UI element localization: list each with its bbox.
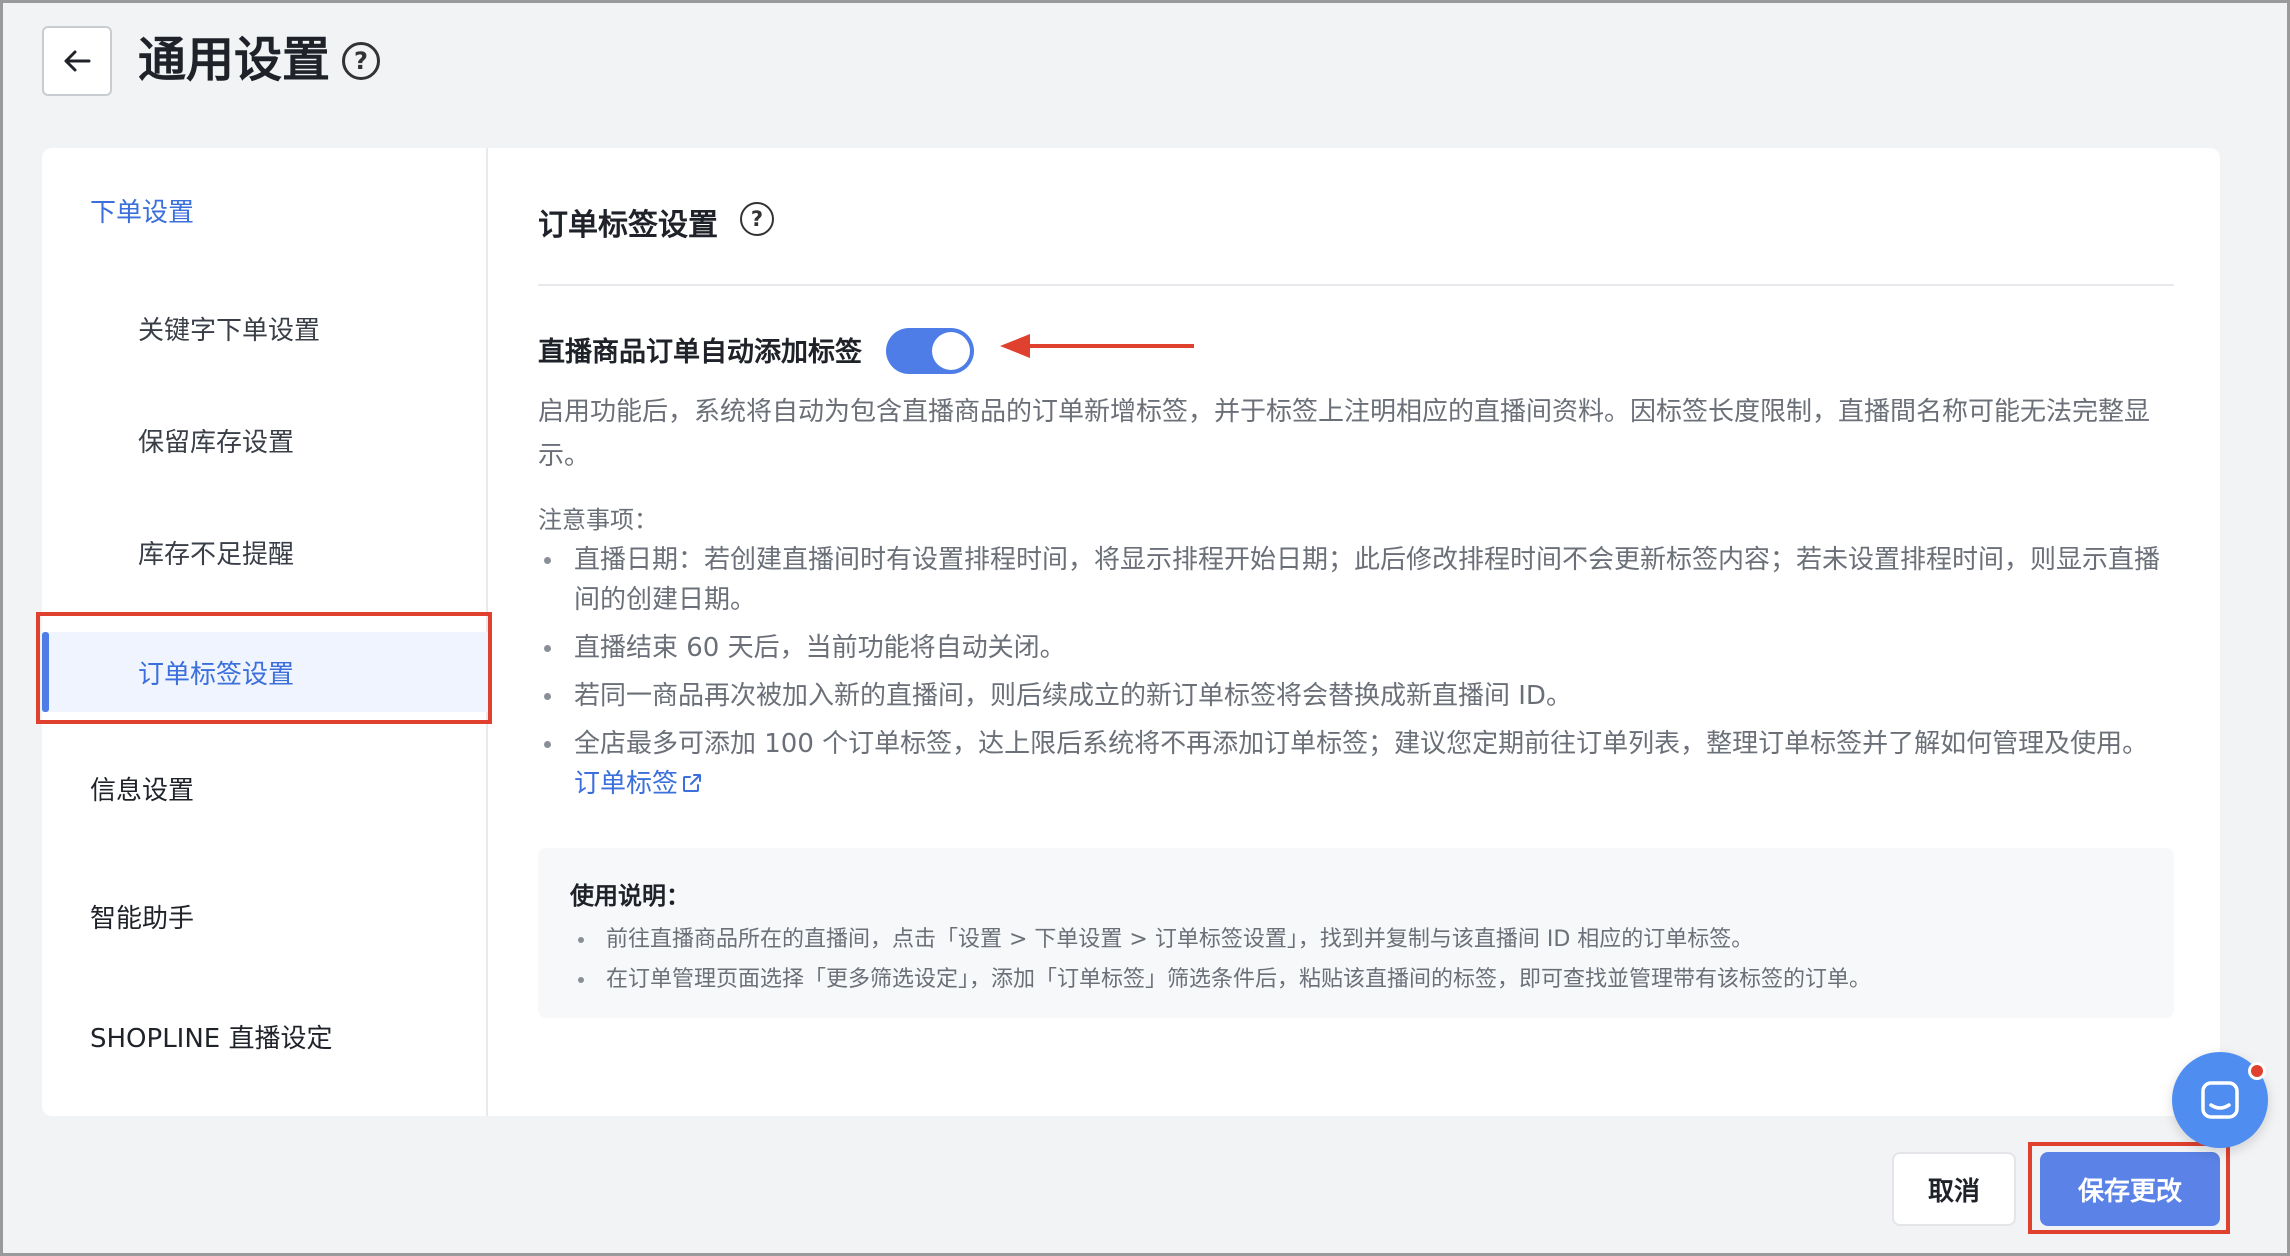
sidebar-item-shopline-live[interactable]: SHOPLINE 直播设定 [42, 996, 488, 1076]
help-icon[interactable]: ? [342, 42, 380, 80]
sidebar-item-label: 智能助手 [90, 903, 195, 934]
sidebar-item-order-tags[interactable]: 订单标签设置 [42, 632, 488, 712]
note-text: 全店最多可添加 100 个订单标签，达上限后系统将不再添加订单标签；建议您定期前… [574, 729, 2149, 759]
divider [538, 284, 2174, 286]
sidebar-item-keyword-order[interactable]: 关键字下单设置 [42, 288, 488, 368]
list-item: 若同一商品再次被加入新的直播间，则后续成立的新订单标签将会替换成新直播间 ID。 [538, 676, 2174, 716]
page-title: 通用设置 [138, 32, 331, 88]
settings-card: 下单设置 关键字下单设置 保留库存设置 库存不足提醒 订单标签设置 信息设置 智… [42, 148, 2220, 1116]
annotation-arrow-icon [1000, 334, 1194, 358]
settings-sidebar: 下单设置 关键字下单设置 保留库存设置 库存不足提醒 订单标签设置 信息设置 智… [42, 148, 488, 1116]
list-item: 前往直播商品所在的直播间，点击「设置 > 下单设置 > 订单标签设置」，找到并复… [570, 920, 1871, 960]
sidebar-item-message-settings[interactable]: 信息设置 [42, 748, 488, 828]
sidebar-item-order-settings[interactable]: 下单设置 [42, 178, 488, 242]
active-indicator [42, 632, 49, 712]
usage-title: 使用说明： [570, 882, 690, 910]
link-label: 订单标签 [574, 769, 679, 799]
chat-bubble-icon [2201, 1081, 2239, 1119]
toggle-label: 直播商品订单自动添加标签 [538, 337, 862, 368]
sidebar-item-label: 下单设置 [90, 197, 195, 228]
cancel-button[interactable]: 取消 [1892, 1152, 2016, 1226]
sidebar-item-label: 信息设置 [90, 775, 195, 806]
section-title: 订单标签设置 [538, 208, 718, 243]
main-content: 订单标签设置 ? 直播商品订单自动添加标签 启用功能后，系统将自动为包含直播商品… [538, 148, 2174, 1116]
list-item: 全店最多可添加 100 个订单标签，达上限后系统将不再添加订单标签；建议您定期前… [538, 724, 2174, 804]
notes-list: 直播日期：若创建直播间时有设置排程时间，将显示排程开始日期；此后修改排程时间不会… [538, 540, 2174, 812]
sidebar-item-reserve-stock[interactable]: 保留库存设置 [42, 400, 488, 480]
sidebar-item-label: 订单标签设置 [138, 659, 295, 690]
list-item: 直播结束 60 天后，当前功能将自动关闭。 [538, 628, 2174, 668]
sidebar-item-smart-assistant[interactable]: 智能助手 [42, 876, 488, 956]
sidebar-item-label: 保留库存设置 [138, 427, 295, 458]
toggle-knob [932, 332, 970, 370]
arrow-left-icon [64, 50, 91, 72]
chat-button[interactable] [2172, 1052, 2268, 1148]
sidebar-item-label: 库存不足提醒 [138, 539, 295, 570]
sidebar-item-low-stock[interactable]: 库存不足提醒 [42, 512, 488, 592]
usage-instructions: 使用说明： 前往直播商品所在的直播间，点击「设置 > 下单设置 > 订单标签设置… [538, 848, 2174, 1018]
list-item: 在订单管理页面选择「更多筛选设定」，添加「订单标签」筛选条件后，粘贴该直播间的标… [570, 960, 1871, 1000]
feature-description: 启用功能后，系统将自动为包含直播商品的订单新增标签，并于标签上注明相应的直播间资… [538, 397, 2151, 471]
sidebar-item-label: 关键字下单设置 [138, 315, 321, 346]
save-button[interactable]: 保存更改 [2040, 1152, 2220, 1226]
back-button[interactable] [42, 26, 112, 96]
notification-dot [2248, 1062, 2266, 1080]
help-icon[interactable]: ? [740, 202, 774, 236]
auto-tag-toggle[interactable] [886, 328, 974, 374]
order-tags-link[interactable]: 订单标签 [574, 769, 704, 799]
sidebar-item-label: SHOPLINE 直播设定 [90, 1023, 333, 1054]
list-item: 直播日期：若创建直播间时有设置排程时间，将显示排程开始日期；此后修改排程时间不会… [538, 540, 2174, 620]
usage-list: 前往直播商品所在的直播间，点击「设置 > 下单设置 > 订单标签设置」，找到并复… [570, 920, 1871, 1000]
notes-title: 注意事项： [538, 506, 658, 534]
external-link-icon [683, 774, 702, 792]
